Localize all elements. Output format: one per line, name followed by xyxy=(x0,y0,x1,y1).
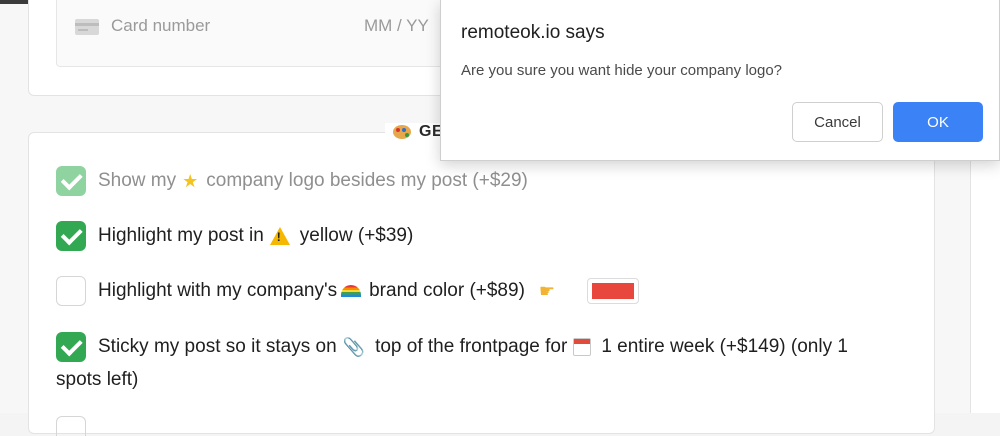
card-expiry-placeholder[interactable]: MM / YY xyxy=(364,16,429,36)
calendar-icon xyxy=(573,338,592,356)
brand-color-fill xyxy=(592,283,635,299)
confirm-dialog: remoteok.io says Are you sure you want h… xyxy=(440,0,1000,161)
option-text-wrap: spots left) xyxy=(56,369,139,390)
option-text: Sticky my post so it stays on xyxy=(98,336,337,357)
option-show-logo[interactable]: Show my ★ company logo besides my post (… xyxy=(56,166,528,196)
brand-color-picker[interactable] xyxy=(587,278,640,304)
option-text: company logo besides my post (+$29) xyxy=(206,170,528,191)
credit-card-icon xyxy=(75,19,99,35)
palette-icon xyxy=(393,125,411,139)
ok-button[interactable]: OK xyxy=(893,102,983,142)
star-icon: ★ xyxy=(182,171,199,191)
option-text: Highlight my post in xyxy=(98,225,264,246)
option-text: Show my xyxy=(98,170,177,191)
option-text: 1 entire week (+$149) (only 1 xyxy=(601,336,848,357)
option-text: top of the frontpage for xyxy=(375,336,568,357)
pointing-hand-icon: ☛ xyxy=(538,280,556,301)
option-highlight-brand-color[interactable]: Highlight with my company's brand color … xyxy=(56,276,640,306)
option-checkbox-partial[interactable] xyxy=(56,416,86,436)
upgrade-options-section: GE Show my ★ company logo besides my pos… xyxy=(28,123,935,436)
cancel-button[interactable]: Cancel xyxy=(792,102,883,142)
option-text: Highlight with my company's xyxy=(98,280,338,301)
option-text: brand color (+$89) xyxy=(369,280,525,301)
option-checkbox-unchecked[interactable] xyxy=(56,276,86,306)
dialog-message: Are you sure you want hide your company … xyxy=(461,62,783,79)
option-text: yellow (+$39) xyxy=(299,225,414,246)
option-highlight-yellow[interactable]: Highlight my post in yellow (+$39) xyxy=(56,221,413,251)
option-checkbox-checked[interactable] xyxy=(56,332,86,362)
card-number-placeholder[interactable]: Card number xyxy=(111,16,210,36)
paperclip-icon: 📎 xyxy=(342,336,366,357)
option-checkbox-checked[interactable] xyxy=(56,221,86,251)
option-checkbox-checked[interactable] xyxy=(56,166,86,196)
rainbow-icon xyxy=(341,285,362,297)
dialog-title: remoteok.io says xyxy=(461,22,605,43)
warning-icon xyxy=(269,227,290,245)
option-sticky-post[interactable]: Sticky my post so it stays on 📎 top of t… xyxy=(56,332,848,362)
